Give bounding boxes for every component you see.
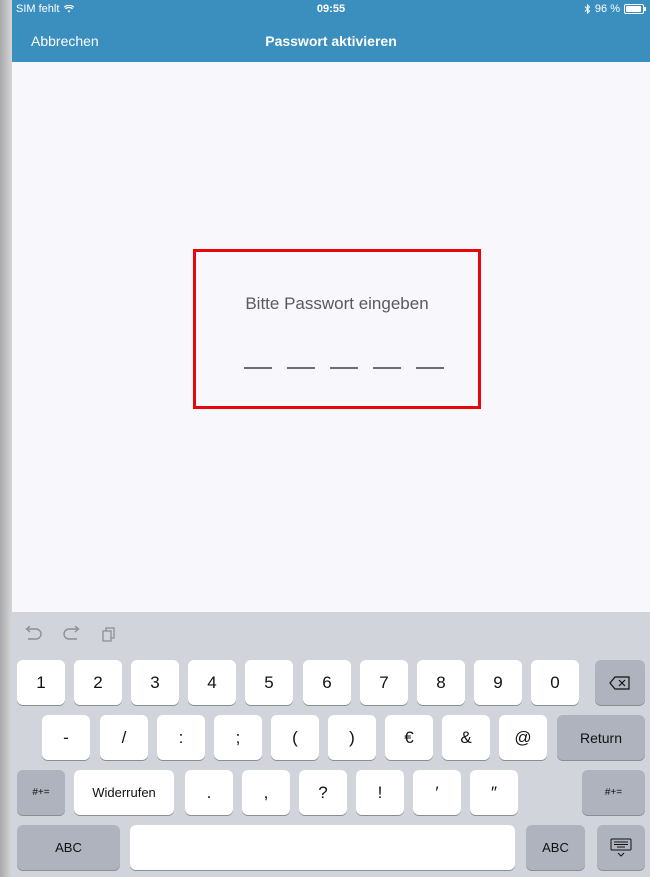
battery-icon (624, 4, 646, 14)
abc-key-left[interactable]: ABC (17, 825, 120, 870)
key-2[interactable]: 2 (74, 660, 122, 705)
key-comma[interactable]: , (242, 770, 290, 815)
left-shadow (0, 0, 12, 877)
undo-key[interactable]: Widerrufen (74, 770, 174, 815)
keyboard-toolbar (12, 612, 650, 658)
key-at[interactable]: @ (499, 715, 547, 760)
keyboard: 1 2 3 4 5 6 7 8 9 0 - / : ; ( ) € & @ Re… (12, 612, 650, 877)
undo-icon[interactable] (23, 626, 43, 640)
key-period[interactable]: . (185, 770, 233, 815)
bluetooth-icon (584, 4, 591, 14)
key-9[interactable]: 9 (474, 660, 522, 705)
key-6[interactable]: 6 (303, 660, 351, 705)
abc-key-right[interactable]: ABC (526, 825, 585, 870)
key-1[interactable]: 1 (17, 660, 65, 705)
battery-percentage: 96 % (594, 3, 620, 15)
key-0[interactable]: 0 (531, 660, 579, 705)
key-close-paren[interactable]: ) (328, 715, 376, 760)
status-bar: SIM fehlt 09:55 96 % (12, 0, 650, 20)
key-semicolon[interactable]: ; (214, 715, 262, 760)
symbols-key-left[interactable]: #+= (17, 770, 65, 815)
space-bar[interactable] (130, 825, 515, 870)
pin-slot (373, 367, 401, 369)
navigation-bar: Abbrechen Passwort aktivieren (12, 20, 650, 62)
return-key[interactable]: Return (557, 715, 645, 760)
battery-status: 96 % (584, 3, 646, 15)
pin-slot (287, 367, 315, 369)
key-7[interactable]: 7 (360, 660, 408, 705)
password-prompt-label: Bitte Passwort eingeben (245, 294, 429, 313)
redo-icon[interactable] (62, 626, 82, 640)
clock: 09:55 (316, 3, 346, 15)
screen: SIM fehlt 09:55 96 % Abbrechen Passwort … (12, 0, 650, 877)
key-8[interactable]: 8 (417, 660, 465, 705)
dismiss-keyboard-key[interactable] (597, 825, 645, 870)
key-double-prime[interactable]: ″ (470, 770, 518, 815)
key-colon[interactable]: : (157, 715, 205, 760)
paste-icon[interactable] (101, 626, 117, 642)
password-prompt: Bitte Passwort eingeben (193, 249, 481, 409)
key-5[interactable]: 5 (245, 660, 293, 705)
symbols-key-right[interactable]: #+= (582, 770, 645, 815)
key-3[interactable]: 3 (131, 660, 179, 705)
page-title: Passwort aktivieren (265, 33, 397, 49)
pin-slot (244, 367, 272, 369)
backspace-key[interactable] (595, 660, 645, 705)
key-open-paren[interactable]: ( (271, 715, 319, 760)
key-hyphen[interactable]: - (42, 715, 90, 760)
keyboard-hide-icon (610, 838, 632, 857)
backspace-icon (609, 675, 630, 690)
key-ampersand[interactable]: & (442, 715, 490, 760)
key-exclamation[interactable]: ! (356, 770, 404, 815)
key-prime[interactable]: ′ (413, 770, 461, 815)
pin-entry-field[interactable] (244, 367, 444, 369)
pin-slot (416, 367, 444, 369)
key-question[interactable]: ? (299, 770, 347, 815)
key-euro[interactable]: € (385, 715, 433, 760)
pin-slot (330, 367, 358, 369)
key-slash[interactable]: / (100, 715, 148, 760)
key-4[interactable]: 4 (188, 660, 236, 705)
